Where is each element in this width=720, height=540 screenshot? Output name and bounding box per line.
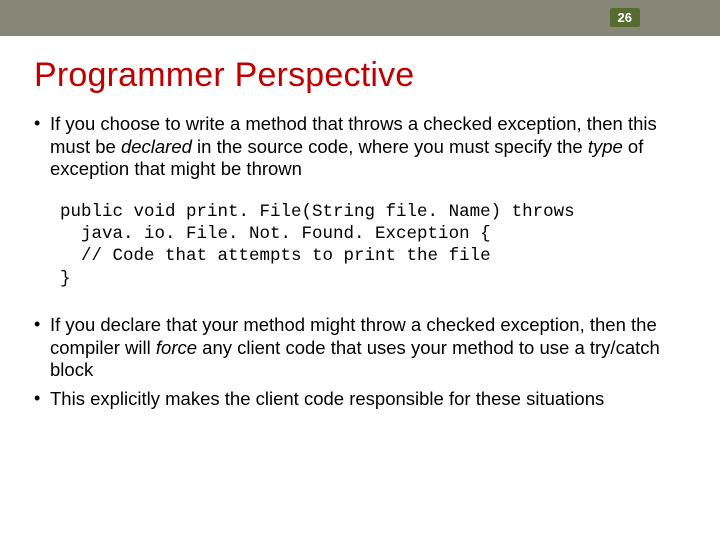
italic-text: force	[156, 337, 197, 358]
code-line: java. io. File. Not. Found. Exception {	[60, 224, 491, 244]
code-line: }	[60, 269, 71, 289]
bullet-item: This explicitly makes the client code re…	[34, 388, 686, 411]
bullet-item: If you choose to write a method that thr…	[34, 113, 686, 181]
italic-text: declared	[121, 136, 192, 157]
bullet-item: If you declare that your method might th…	[34, 314, 686, 382]
bullet-list-2: If you declare that your method might th…	[34, 314, 686, 410]
topbar: 26	[0, 0, 720, 36]
code-line: // Code that attempts to print the file	[60, 246, 491, 266]
page-number: 26	[610, 8, 640, 27]
slide: 26 Programmer Perspective If you choose …	[0, 0, 720, 540]
code-line: public void print. File(String file. Nam…	[60, 202, 575, 222]
code-block: public void print. File(String file. Nam…	[60, 201, 686, 291]
content-area: If you choose to write a method that thr…	[34, 113, 686, 411]
bullet-text: This explicitly makes the client code re…	[50, 388, 604, 409]
italic-text: type	[588, 136, 623, 157]
bullet-text: in the source code, where you must speci…	[192, 136, 588, 157]
slide-title: Programmer Perspective	[34, 56, 720, 95]
bullet-list-1: If you choose to write a method that thr…	[34, 113, 686, 181]
